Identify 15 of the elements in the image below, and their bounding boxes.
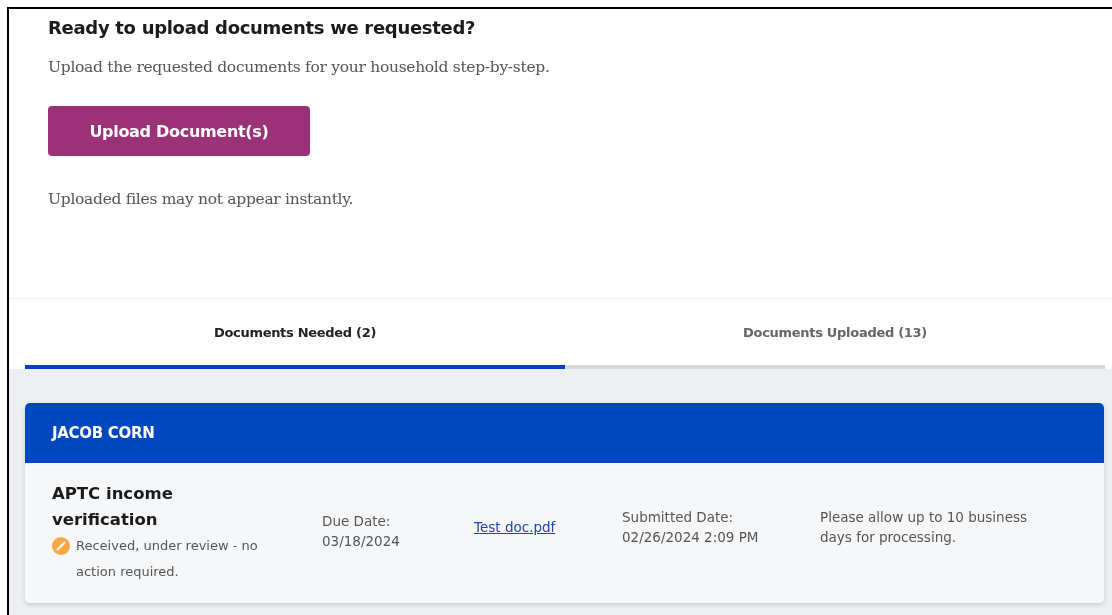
upload-button[interactable]: Upload Document(s): [48, 106, 310, 156]
description-text: Upload the requested documents for your household step-by-step.: [48, 58, 551, 76]
due-date-label: Due Date:: [322, 512, 392, 531]
file-link[interactable]: Test doc.pdf: [474, 519, 556, 535]
upload-note: Uploaded files may not appear instantly.: [48, 190, 355, 208]
due-date-value: 03/18/2024: [322, 532, 401, 551]
document-title: APTC income verification: [52, 483, 174, 531]
status-text: Received, under review - no action required.: [76, 537, 259, 581]
status-icon: [52, 537, 70, 555]
submitted-date-value: 02/26/2024 2:09 PM: [622, 528, 760, 547]
processing-message: Please allow up to 10 business days for processing.: [820, 508, 1029, 547]
section-heading: Ready to upload documents we requested?: [48, 17, 477, 38]
person-header: JACOB CORN: [25, 403, 1104, 463]
submitted-date-label: Submitted Date:: [622, 508, 735, 527]
tab[interactable]: Documents Uploaded (13): [565, 299, 1105, 369]
